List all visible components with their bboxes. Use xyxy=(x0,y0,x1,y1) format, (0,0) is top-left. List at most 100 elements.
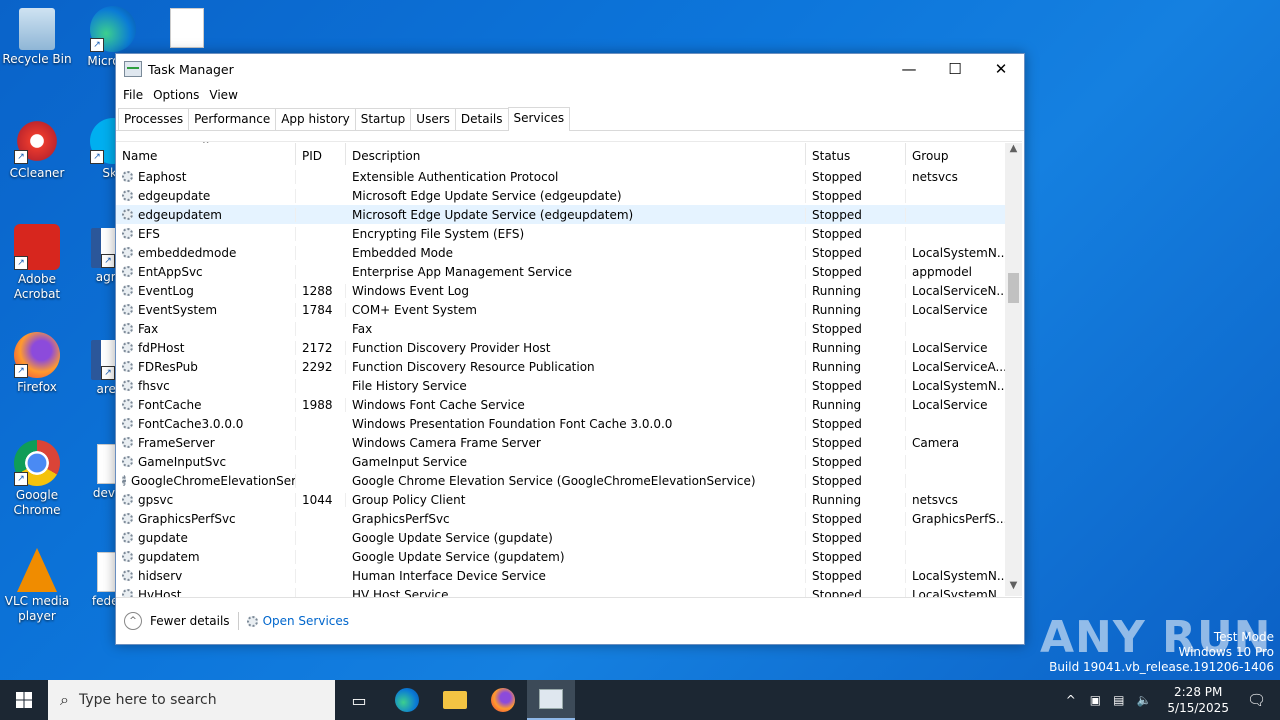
desktop-icon-label: Adobe Acrobat xyxy=(13,272,61,301)
scroll-up-icon[interactable]: ▲ xyxy=(1005,143,1022,159)
service-description: File History Service xyxy=(346,378,806,393)
desktop-icon-acrobat[interactable]: ↗ Adobe Acrobat xyxy=(0,224,74,302)
search-icon: ⌕ xyxy=(60,690,69,709)
table-row[interactable]: gupdate Google Update Service (gupdate) St… xyxy=(116,528,1006,547)
maximize-button[interactable]: ☐ xyxy=(932,54,978,84)
network-icon[interactable]: ▤ xyxy=(1113,693,1124,707)
service-gear-icon xyxy=(122,190,133,201)
desktop-icon-recycle-bin[interactable]: Recycle Bin xyxy=(0,8,74,67)
table-row[interactable]: hidserv Human Interface Device Service Sto… xyxy=(116,566,1006,585)
table-row[interactable]: HvHost HV Host Service Stopped LocalSystemN… xyxy=(116,585,1006,597)
service-gear-icon xyxy=(122,399,133,410)
table-row[interactable]: Eaphost Extensible Authentication Protoco… xyxy=(116,167,1006,186)
column-header-status[interactable]: Status xyxy=(806,143,906,165)
tab-app-history[interactable]: App history xyxy=(275,108,356,130)
recycle-bin-icon xyxy=(19,8,55,50)
service-pid: 1784 xyxy=(296,302,346,317)
table-row[interactable]: FDResPub 2292 Function Discovery Resource … xyxy=(116,357,1006,376)
tab-strip: Processes Performance App history Startu… xyxy=(116,106,1024,131)
vertical-scrollbar[interactable]: ▲ ▼ xyxy=(1005,143,1022,596)
desktop-icon-image-file[interactable] xyxy=(150,8,224,50)
table-row[interactable]: EFS Encrypting File System (EFS) Stopped xyxy=(116,224,1006,243)
table-row[interactable]: fhsvc File History Service Stopped LocalSys… xyxy=(116,376,1006,395)
service-name-cell: gupdatem xyxy=(116,549,296,564)
fewer-details-button[interactable]: ^ Fewer details xyxy=(124,612,230,630)
task-view-button[interactable]: ▭ xyxy=(335,680,383,720)
tab-details[interactable]: Details xyxy=(454,108,509,130)
table-row[interactable]: FrameServer Windows Camera Frame Server St… xyxy=(116,433,1006,452)
service-name: EntAppSvc xyxy=(138,264,203,279)
table-row[interactable]: gpsvc 1044 Group Policy Client Running netsv… xyxy=(116,490,1006,509)
service-gear-icon xyxy=(122,532,133,543)
service-status: Stopped xyxy=(806,416,906,431)
tray-app-icon[interactable]: ▣ xyxy=(1090,693,1101,707)
taskbar-explorer-button[interactable] xyxy=(431,680,479,720)
start-button[interactable] xyxy=(0,680,48,720)
scroll-down-icon[interactable]: ▼ xyxy=(1005,580,1022,596)
title-bar[interactable]: Task Manager — ☐ ✕ xyxy=(116,54,1024,84)
tab-performance[interactable]: Performance xyxy=(188,108,277,130)
table-row[interactable]: FontCache3.0.0.0 Windows Presentation Fou… xyxy=(116,414,1006,433)
table-row[interactable]: edgeupdate Microsoft Edge Update Service … xyxy=(116,186,1006,205)
service-name: GraphicsPerfSvc xyxy=(138,511,236,526)
table-row[interactable]: fdPHost 2172 Function Discovery Provider H… xyxy=(116,338,1006,357)
service-pid: 2172 xyxy=(296,340,346,355)
menu-view[interactable]: View xyxy=(204,88,242,102)
clock-time: 2:28 PM xyxy=(1174,685,1223,699)
tab-startup[interactable]: Startup xyxy=(354,108,412,130)
minimize-button[interactable]: — xyxy=(886,54,932,84)
table-row[interactable]: EventSystem 1784 COM+ Event System Running L… xyxy=(116,300,1006,319)
desktop-icon-ccleaner[interactable]: ↗ CCleaner xyxy=(0,118,74,181)
desktop-icon-firefox[interactable]: ↗ Firefox xyxy=(0,332,74,395)
table-row[interactable]: edgeupdatem Microsoft Edge Update Service… xyxy=(116,205,1006,224)
column-header-description[interactable]: Description xyxy=(346,143,806,165)
shortcut-arrow-icon: ↗ xyxy=(14,256,28,270)
service-gear-icon xyxy=(122,437,133,448)
table-row[interactable]: embeddedmode Embedded Mode Stopped LocalSys… xyxy=(116,243,1006,262)
volume-icon[interactable]: 🔈 xyxy=(1136,693,1151,707)
service-status: Running xyxy=(806,359,906,374)
table-row[interactable]: gupdatem Google Update Service (gupdatem)… xyxy=(116,547,1006,566)
column-header-pid[interactable]: PID xyxy=(296,143,346,165)
service-group: LocalService xyxy=(912,397,988,412)
desktop-icon-chrome[interactable]: ↗ Google Chrome xyxy=(0,440,74,518)
service-name-cell: fhsvc xyxy=(116,378,296,393)
services-gear-icon xyxy=(246,615,258,627)
tab-processes[interactable]: Processes xyxy=(118,108,190,130)
open-services-link[interactable]: Open Services xyxy=(246,614,349,628)
notification-icon[interactable]: 🗨 xyxy=(1247,691,1266,709)
service-gear-icon xyxy=(122,266,133,277)
service-description: Windows Camera Frame Server xyxy=(346,435,806,450)
column-header-group[interactable]: Group xyxy=(906,143,1006,165)
table-row[interactable]: Fax Fax Stopped xyxy=(116,319,1006,338)
system-tray: ^ ▣ ▤ 🔈 2:28 PM 5/15/2025 🗨 xyxy=(1058,680,1280,720)
taskbar-firefox-button[interactable] xyxy=(479,680,527,720)
desktop-icon-vlc[interactable]: VLC media player xyxy=(0,548,74,624)
service-status: Stopped xyxy=(806,435,906,450)
service-name-cell: edgeupdatem xyxy=(116,207,296,222)
table-row[interactable]: GameInputSvc GameInput Service Stopped xyxy=(116,452,1006,471)
menu-file[interactable]: File xyxy=(118,88,148,102)
table-row[interactable]: FontCache 1988 Windows Font Cache Service R… xyxy=(116,395,1006,414)
service-pid: 1288 xyxy=(296,283,346,298)
table-row[interactable]: GoogleChromeElevationSer... Google Chrome… xyxy=(116,471,1006,490)
table-row[interactable]: GraphicsPerfSvc GraphicsPerfSvc Stopped Gra… xyxy=(116,509,1006,528)
taskbar-task-manager-button[interactable] xyxy=(527,680,575,720)
service-description: Extensible Authentication Protocol xyxy=(346,169,806,184)
table-row[interactable]: EventLog 1288 Windows Event Log Running Loca… xyxy=(116,281,1006,300)
close-button[interactable]: ✕ xyxy=(978,54,1024,84)
scroll-thumb[interactable] xyxy=(1008,273,1019,303)
column-header-name[interactable]: ^ Name xyxy=(116,142,296,165)
tab-users[interactable]: Users xyxy=(410,108,456,130)
task-manager-window[interactable]: Task Manager — ☐ ✕ File Options View Pro… xyxy=(115,53,1025,645)
taskbar-search-box[interactable]: ⌕ Type here to search xyxy=(48,680,335,720)
service-name: FDResPub xyxy=(138,359,198,374)
clock[interactable]: 2:28 PM 5/15/2025 xyxy=(1167,684,1229,716)
service-description: Microsoft Edge Update Service (edgeupdat… xyxy=(346,207,806,222)
tab-services[interactable]: Services xyxy=(507,107,571,131)
service-name-cell: Fax xyxy=(116,321,296,336)
taskbar-edge-button[interactable] xyxy=(383,680,431,720)
table-row[interactable]: EntAppSvc Enterprise App Management Servi… xyxy=(116,262,1006,281)
chevron-up-icon[interactable]: ^ xyxy=(1066,693,1076,707)
menu-options[interactable]: Options xyxy=(148,88,204,102)
